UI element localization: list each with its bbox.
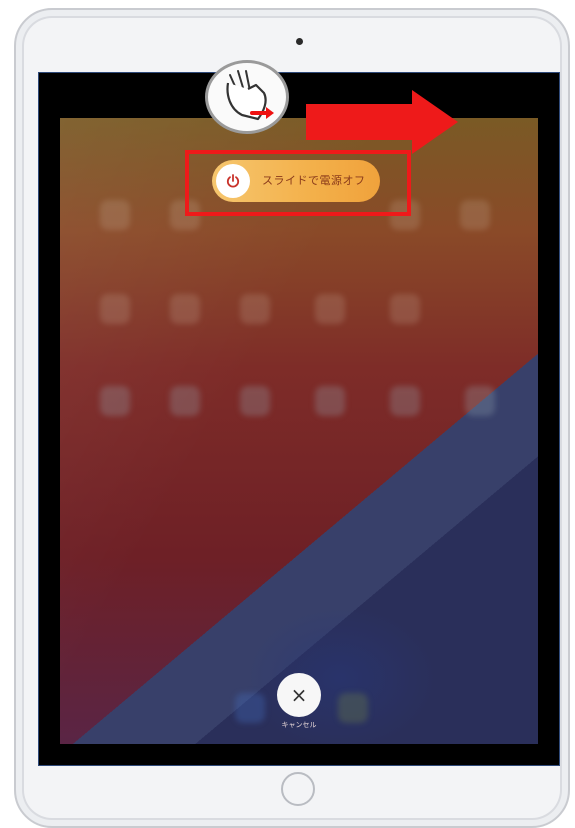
front-camera [296,38,303,45]
finger-swipe-right-icon [205,60,289,134]
blurred-app-icon [100,294,130,324]
cancel-button[interactable]: × [277,673,321,717]
blurred-app-icon [465,386,495,416]
home-button[interactable] [281,772,315,806]
blurred-app-icon [390,386,420,416]
blurred-app-icon [315,386,345,416]
blurred-app-icon [460,200,490,230]
blurred-app-icon [100,386,130,416]
swipe-right-arrow-icon [306,90,458,154]
blurred-app-icon [390,294,420,324]
close-icon: × [290,683,308,707]
blurred-app-icon [315,294,345,324]
blurred-app-icon [170,386,200,416]
blurred-app-icon [170,294,200,324]
blurred-app-icon [100,200,130,230]
blurred-dock-icon [338,693,368,723]
blurred-app-icon [240,294,270,324]
slider-highlight-box [185,150,411,216]
cancel-label: キャンセル [281,721,317,729]
blurred-dock-icon [235,693,265,723]
blurred-app-icon [240,386,270,416]
